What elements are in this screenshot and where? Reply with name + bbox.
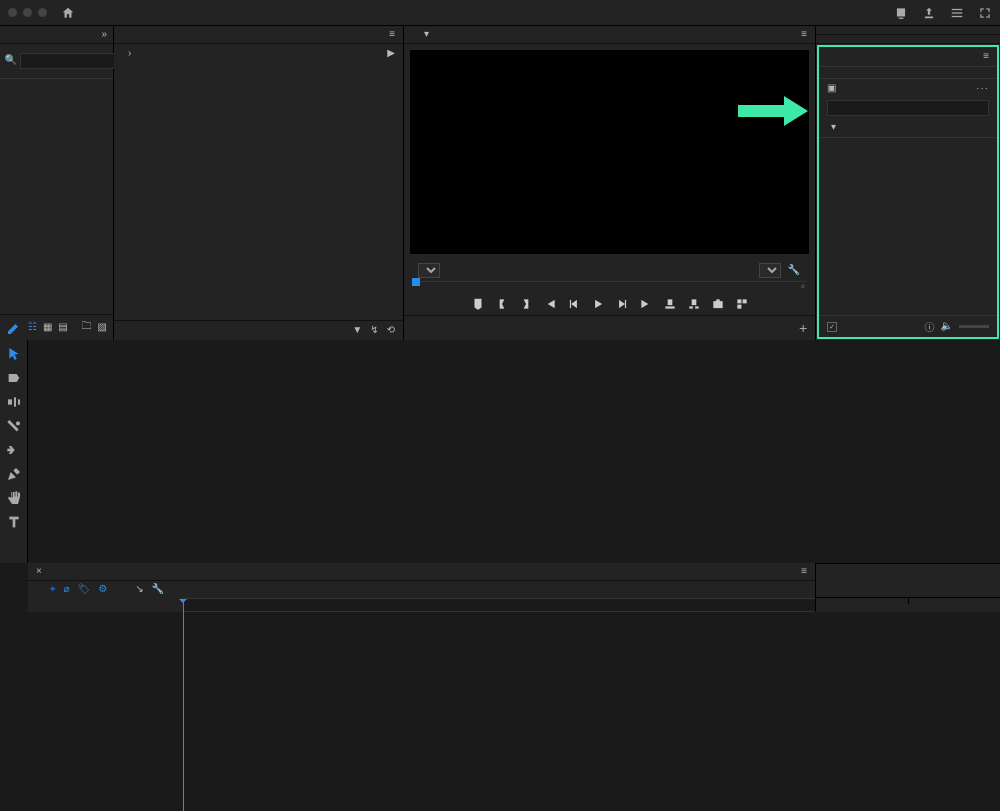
add-button-icon[interactable]: +	[799, 320, 807, 336]
hand-tool-icon[interactable]	[6, 490, 22, 506]
audio-meters	[816, 564, 1000, 597]
icon-view-icon[interactable]: ▦	[43, 322, 52, 333]
info-icon[interactable]: ⓘ	[925, 319, 935, 334]
settings-icon[interactable]: ⚙	[98, 584, 107, 595]
zoom-select[interactable]	[759, 263, 781, 278]
annotation-arrow	[738, 96, 808, 129]
pen-tool-icon[interactable]	[6, 466, 22, 482]
settings-icon[interactable]: 🔧	[787, 264, 801, 278]
step-back-icon[interactable]	[567, 297, 581, 311]
stock-icon: ▣	[827, 83, 836, 94]
add-marker-icon[interactable]	[471, 297, 485, 311]
column-header-name[interactable]	[0, 72, 113, 79]
volume-icon[interactable]: 🔈	[941, 321, 953, 332]
project-footer: ☷ ▦ ▤ 🗀 ▧	[0, 314, 113, 340]
linked-selection-icon[interactable]: ⌀	[64, 584, 70, 595]
workspaces-icon[interactable]	[950, 6, 964, 20]
timeline-panel: × ≡ ⌖ ⌀ 🏷 ⚙ ↘ 🔧	[28, 563, 816, 612]
search-icon: 🔍	[6, 53, 16, 67]
export-frame-icon[interactable]	[711, 297, 725, 311]
extract-icon[interactable]	[687, 297, 701, 311]
source-menu-icon[interactable]: ···	[976, 83, 989, 94]
project-panel: » 🔍 ☷ ▦ ▤ 🗀 ▧	[0, 26, 114, 340]
tab-lumetri-color[interactable]	[816, 604, 1000, 612]
track-select-tool-icon[interactable]	[6, 370, 22, 386]
essential-sound-panel: ≡ ▣ ··· ▾ ✓ ⓘ 🔈	[817, 45, 999, 339]
quick-export-icon[interactable]	[894, 6, 908, 20]
home-icon[interactable]	[61, 6, 75, 20]
effect-controls-panel: ≡ › ▶ ▼ ↯ ⟲	[114, 26, 404, 340]
wrench-icon[interactable]: 🔧	[152, 584, 164, 595]
go-to-in-icon[interactable]	[543, 297, 557, 311]
new-bin-icon[interactable]: 🗀	[82, 319, 92, 336]
mark-in-icon[interactable]	[495, 297, 509, 311]
window-controls[interactable]	[8, 8, 47, 17]
fit-select[interactable]	[418, 263, 440, 278]
tab-effects[interactable]	[816, 26, 1000, 35]
program-monitor-panel: ▾≡ 🔧 ⚬ +	[404, 26, 816, 340]
selection-tool-icon[interactable]	[6, 346, 22, 362]
right-panels: ≡ ▣ ··· ▾ ✓ ⓘ 🔈	[816, 26, 1000, 340]
timeline-ruler[interactable]	[183, 598, 815, 612]
new-item-icon[interactable]: ▧	[98, 322, 107, 333]
timeline-sync-checkbox[interactable]: ✓	[827, 322, 837, 332]
transport-controls	[404, 293, 815, 315]
loop-icon[interactable]: ⟲	[387, 325, 395, 336]
filter-icon[interactable]: ▼	[352, 325, 362, 336]
maximize-icon[interactable]	[978, 6, 992, 20]
share-icon[interactable]	[922, 6, 936, 20]
type-tool-icon[interactable]	[6, 514, 22, 530]
play-icon[interactable]	[591, 297, 605, 311]
insert-icon[interactable]: ↘	[135, 584, 143, 595]
program-scrubber[interactable]: ⚬	[412, 281, 807, 293]
es-search-input[interactable]	[827, 100, 989, 116]
timeline-tools	[0, 340, 28, 563]
curve-icon[interactable]: ↯	[370, 325, 378, 336]
button-editor-icon[interactable]	[735, 297, 749, 311]
go-to-out-icon[interactable]	[639, 297, 653, 311]
ripple-edit-tool-icon[interactable]	[6, 394, 22, 410]
razor-tool-icon[interactable]	[6, 418, 22, 434]
list-view-icon[interactable]: ☷	[28, 322, 37, 333]
slip-tool-icon[interactable]	[6, 442, 22, 458]
mark-out-icon[interactable]	[519, 297, 533, 311]
video-monitor[interactable]	[410, 50, 809, 254]
pencil-icon[interactable]	[6, 320, 22, 336]
step-forward-icon[interactable]	[615, 297, 629, 311]
tab-essential-graphics[interactable]	[816, 35, 1000, 44]
marker-icon[interactable]: 🏷	[78, 584, 91, 595]
volume-slider[interactable]	[959, 325, 989, 328]
titlebar	[0, 0, 1000, 26]
fx-breadcrumb: › ▶	[114, 44, 403, 63]
playhead[interactable]	[183, 599, 184, 811]
freeform-view-icon[interactable]: ▤	[58, 322, 67, 333]
lift-icon[interactable]	[663, 297, 677, 311]
snap-icon[interactable]: ⌖	[50, 584, 56, 595]
